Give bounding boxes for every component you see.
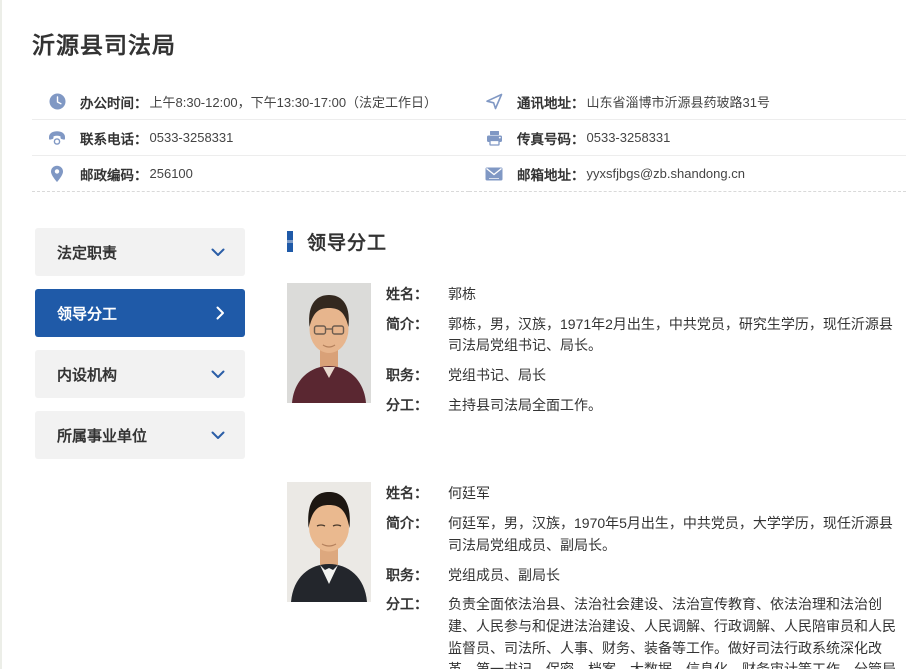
contact-row-office-hours: 办公时间： 上午8:30-12:00，下午13:30-17:00（法定工作日）	[32, 84, 469, 120]
sidebar-item-label: 法定职责	[57, 242, 117, 263]
sidebar-item-internal-organs[interactable]: 内设机构	[35, 350, 245, 398]
contact-label: 邮政编码：	[80, 164, 148, 184]
fax-icon	[485, 129, 503, 147]
leader-card: 姓名： 何廷军 简介： 何廷军，男，汉族，1970年5月出生，中共党员，大学学历…	[287, 482, 904, 669]
leader-portrait-photo	[287, 283, 371, 403]
mail-icon	[485, 165, 503, 183]
contact-label: 联系电话：	[80, 128, 148, 148]
sidebar-nav: 法定职责 领导分工 内设机构 所属事业单位	[35, 228, 245, 472]
contact-value: 上午8:30-12:00，下午13:30-17:00（法定工作日）	[150, 92, 438, 111]
field-label: 姓名：	[386, 483, 448, 505]
field-label: 分工：	[386, 395, 448, 417]
field-label: 分工：	[386, 594, 448, 669]
contact-row-postal-address: 通讯地址： 山东省淄博市沂源县药玻路31号	[469, 84, 906, 120]
field-label: 职务：	[386, 365, 448, 387]
section-title: 领导分工	[307, 228, 387, 255]
contact-value: 256100	[150, 166, 193, 181]
contact-label: 通讯地址：	[517, 92, 585, 112]
contact-row-email: 邮箱地址： yyxsfjbgs@zb.shandong.cn	[469, 156, 906, 192]
contact-row-fax: 传真号码： 0533-3258331	[469, 120, 906, 156]
section-header: 领导分工	[287, 228, 904, 255]
sidebar-item-label: 内设机构	[57, 364, 117, 385]
contact-row-postcode: 邮政编码： 256100	[32, 156, 469, 192]
field-label: 简介：	[386, 513, 448, 556]
sidebar-item-legal-duties[interactable]: 法定职责	[35, 228, 245, 276]
send-icon	[485, 93, 503, 111]
leader-card: 姓名： 郭栋 简介： 郭栋，男，汉族，1971年2月出生，中共党员，研究生学历，…	[287, 283, 904, 424]
field-name: 姓名： 郭栋	[386, 284, 904, 306]
leader-duty: 负责全面依法治县、法治社会建设、法治宣传教育、依法治理和法治创建、人民参与和促进…	[448, 594, 904, 669]
page-container: 沂源县司法局 办公时间： 上午8:30-12:00，下午13:30-17:00（…	[2, 0, 912, 669]
chevron-down-icon	[211, 370, 225, 379]
field-label: 简介：	[386, 314, 448, 357]
leader-name: 郭栋	[448, 284, 904, 306]
leader-position: 党组成员、副局长	[448, 565, 904, 587]
leader-details: 姓名： 郭栋 简介： 郭栋，男，汉族，1971年2月出生，中共党员，研究生学历，…	[386, 283, 904, 424]
section-accent-bar	[287, 231, 293, 252]
field-label: 职务：	[386, 565, 448, 587]
sidebar-item-leadership-division[interactable]: 领导分工	[35, 289, 245, 337]
contact-row-phone: 联系电话： 0533-3258331	[32, 120, 469, 156]
location-icon	[48, 165, 66, 183]
chevron-right-icon	[216, 306, 225, 320]
contact-value: 0533-3258331	[150, 130, 234, 145]
field-duty: 分工： 主持县司法局全面工作。	[386, 395, 904, 417]
contact-label: 办公时间：	[80, 92, 148, 112]
contact-info-panel: 办公时间： 上午8:30-12:00，下午13:30-17:00（法定工作日） …	[32, 84, 906, 192]
contact-label: 邮箱地址：	[517, 164, 585, 184]
contact-value: yyxsfjbgs@zb.shandong.cn	[587, 166, 745, 181]
contact-value: 0533-3258331	[587, 130, 671, 145]
chevron-down-icon	[211, 248, 225, 257]
leader-intro: 郭栋，男，汉族，1971年2月出生，中共党员，研究生学历，现任沂源县司法局党组书…	[448, 314, 904, 357]
page-title: 沂源县司法局	[32, 26, 906, 60]
field-position: 职务： 党组书记、局长	[386, 365, 904, 387]
chevron-down-icon	[211, 431, 225, 440]
field-duty: 分工： 负责全面依法治县、法治社会建设、法治宣传教育、依法治理和法治创建、人民参…	[386, 594, 904, 669]
clock-icon	[48, 93, 66, 111]
sidebar-item-label: 所属事业单位	[57, 425, 147, 446]
leader-position: 党组书记、局长	[448, 365, 904, 387]
contact-label: 传真号码：	[517, 128, 585, 148]
field-name: 姓名： 何廷军	[386, 483, 904, 505]
leader-intro: 何廷军，男，汉族，1970年5月出生，中共党员，大学学历，现任沂源县司法局党组成…	[448, 513, 904, 556]
main-content: 领导分工	[287, 228, 906, 669]
leader-details: 姓名： 何廷军 简介： 何廷军，男，汉族，1970年5月出生，中共党员，大学学历…	[386, 482, 904, 669]
field-intro: 简介： 郭栋，男，汉族，1971年2月出生，中共党员，研究生学历，现任沂源县司法…	[386, 314, 904, 357]
leader-portrait-photo	[287, 482, 371, 602]
content-row: 法定职责 领导分工 内设机构 所属事业单位	[32, 228, 906, 669]
field-intro: 简介： 何廷军，男，汉族，1970年5月出生，中共党员，大学学历，现任沂源县司法…	[386, 513, 904, 556]
contact-value: 山东省淄博市沂源县药玻路31号	[587, 92, 770, 111]
leader-duty: 主持县司法局全面工作。	[448, 395, 904, 417]
leader-name: 何廷军	[448, 483, 904, 505]
field-label: 姓名：	[386, 284, 448, 306]
phone-icon	[48, 129, 66, 147]
sidebar-item-affiliated-units[interactable]: 所属事业单位	[35, 411, 245, 459]
field-position: 职务： 党组成员、副局长	[386, 565, 904, 587]
sidebar-item-label: 领导分工	[57, 303, 117, 324]
